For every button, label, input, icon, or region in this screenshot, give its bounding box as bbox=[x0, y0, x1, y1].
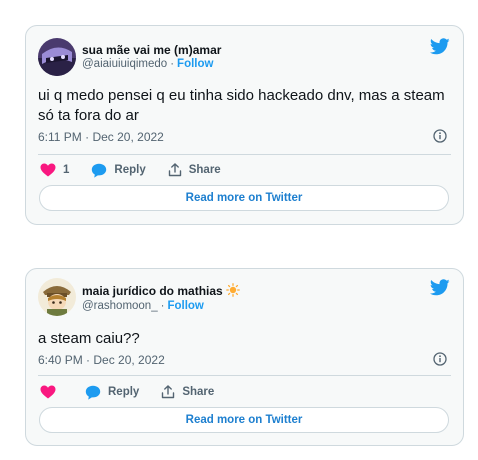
follow-button[interactable]: Follow bbox=[167, 300, 203, 312]
action-bar: Reply Share bbox=[40, 382, 236, 402]
heart-icon bbox=[40, 163, 56, 177]
avatar-image bbox=[38, 278, 76, 316]
tweet-timestamp[interactable]: 6:11 PM · Dec 20, 2022 bbox=[38, 130, 164, 144]
avatar[interactable] bbox=[38, 38, 76, 76]
divider bbox=[38, 154, 451, 155]
reply-button[interactable]: Reply bbox=[91, 163, 146, 178]
like-button[interactable] bbox=[40, 385, 63, 399]
reply-bubble-icon bbox=[92, 163, 107, 178]
share-icon bbox=[168, 163, 181, 177]
info-icon[interactable] bbox=[433, 129, 447, 143]
like-button[interactable]: 1 bbox=[40, 163, 69, 177]
separator-dot: · bbox=[160, 300, 165, 312]
read-more-button[interactable]: Read more on Twitter bbox=[39, 407, 449, 433]
sun-emoji-icon bbox=[225, 283, 240, 297]
tweet-text: ui q medo pensei q eu tinha sido hackead… bbox=[38, 87, 445, 124]
author-name[interactable]: sua mãe vai me (m)amar bbox=[82, 43, 221, 57]
heart-icon bbox=[40, 385, 56, 399]
avatar[interactable] bbox=[38, 278, 76, 316]
reply-bubble-icon bbox=[85, 385, 101, 400]
separator-dot: · bbox=[170, 58, 175, 70]
tweet-timestamp[interactable]: 6:40 PM · Dec 20, 2022 bbox=[38, 353, 165, 367]
tweet-card: maia jurídico do mathias @rashomoon_ · Fol… bbox=[25, 268, 464, 446]
share-label: Share bbox=[188, 164, 221, 176]
follow-button[interactable]: Follow bbox=[177, 58, 213, 70]
twitter-bird-icon[interactable] bbox=[430, 279, 450, 296]
share-icon bbox=[162, 385, 175, 399]
share-button[interactable]: Share bbox=[168, 163, 221, 177]
author-name-text[interactable]: maia jurídico do mathias bbox=[82, 284, 223, 298]
share-button[interactable]: Share bbox=[161, 385, 214, 399]
reply-button[interactable]: Reply bbox=[85, 385, 139, 400]
tweet-card: sua mãe vai me (m)amar @aiaiuiuiqimedo · F… bbox=[25, 25, 464, 225]
share-label: Share bbox=[182, 386, 215, 398]
reply-label: Reply bbox=[108, 386, 140, 398]
author-name-text[interactable]: sua mãe vai me (m)amar bbox=[82, 43, 221, 57]
divider bbox=[38, 375, 451, 376]
info-icon[interactable] bbox=[433, 352, 447, 366]
action-bar: 1 Reply Share bbox=[40, 160, 243, 180]
read-more-button[interactable]: Read more on Twitter bbox=[39, 185, 449, 211]
handle-row: @rashomoon_ · Follow bbox=[82, 300, 204, 312]
author-handle[interactable]: @aiaiuiuiqimedo bbox=[82, 58, 167, 70]
tweet-text: a steam caiu?? bbox=[38, 330, 140, 347]
reply-label: Reply bbox=[114, 164, 146, 176]
twitter-bird-icon[interactable] bbox=[430, 38, 450, 55]
author-name[interactable]: maia jurídico do mathias bbox=[82, 283, 240, 298]
handle-row: @aiaiuiuiqimedo · Follow bbox=[82, 58, 213, 70]
avatar-image bbox=[38, 38, 76, 76]
author-handle[interactable]: @rashomoon_ bbox=[82, 300, 158, 312]
like-count: 1 bbox=[63, 164, 70, 176]
